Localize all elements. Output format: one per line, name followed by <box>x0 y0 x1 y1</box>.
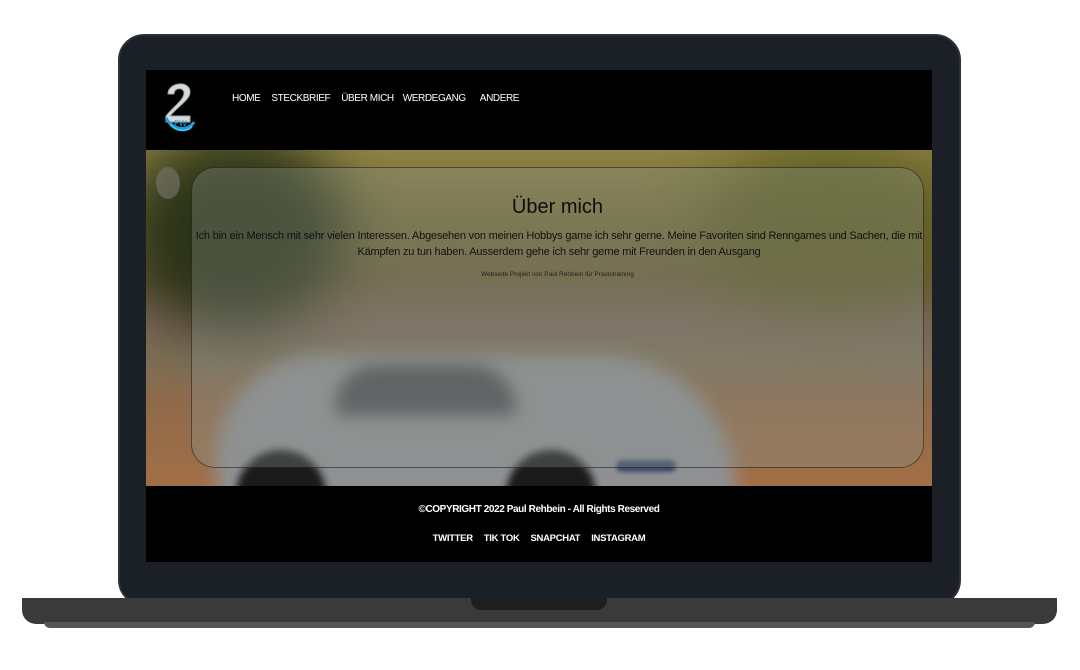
nav-links: HOME STECKBRIEF ÜBER MICH WERDEGANG ANDE… <box>232 93 530 104</box>
decorative-circle <box>156 167 180 199</box>
social-links: TWITTER TIK TOK SNAPCHAT INSTAGRAM <box>146 533 932 544</box>
hero-background: Über mich Ich bin ein Mensch mit sehr vi… <box>146 150 932 486</box>
footer: ©COPYRIGHT 2022 Paul Rehbein - All Right… <box>146 486 932 562</box>
about-card: Über mich Ich bin ein Mensch mit sehr vi… <box>191 167 924 468</box>
nav-steckbrief[interactable]: STECKBRIEF <box>271 93 330 104</box>
social-instagram[interactable]: INSTAGRAM <box>591 533 645 544</box>
social-tiktok[interactable]: TIK TOK <box>484 533 520 544</box>
social-snapchat[interactable]: SNAPCHAT <box>531 533 581 544</box>
nav-werdegang[interactable]: WERDEGANG <box>403 93 466 104</box>
copyright-text: ©COPYRIGHT 2022 Paul Rehbein - All Right… <box>418 504 660 515</box>
nav-home[interactable]: HOME <box>232 93 261 104</box>
project-credit: Webseite Projekt von Paul Rehbein für Pr… <box>481 271 634 278</box>
page-title: Über mich <box>511 196 604 218</box>
social-twitter[interactable]: TWITTER <box>433 533 473 544</box>
logo-icon[interactable]: PW <box>160 78 200 136</box>
laptop-notch <box>471 598 607 610</box>
laptop-base-edge <box>44 622 1035 628</box>
laptop-screen: PW HOME STECKBRIEF ÜBER MICH WERDEGANG A… <box>146 70 932 562</box>
navbar: PW HOME STECKBRIEF ÜBER MICH WERDEGANG A… <box>146 70 932 150</box>
nav-ueber-mich[interactable]: ÜBER MICH <box>341 93 394 104</box>
nav-andere[interactable]: ANDERE <box>480 93 520 104</box>
about-text: Ich bin ein Mensch mit sehr vielen Inter… <box>195 230 923 258</box>
svg-text:PW: PW <box>174 119 187 128</box>
